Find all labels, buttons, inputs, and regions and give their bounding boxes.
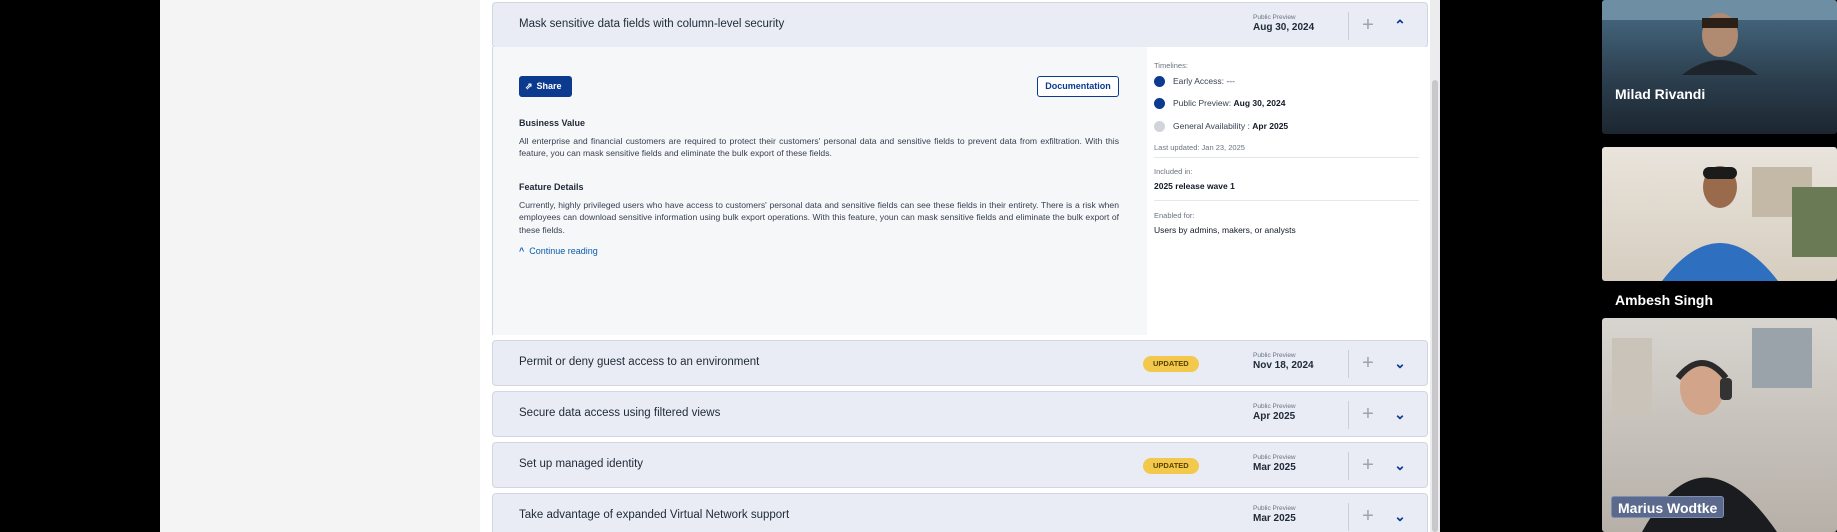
add-plus-icon[interactable]: + [1355,453,1381,479]
feature-details-panel: ⇗ Share Documentation Business Value All … [492,47,1429,335]
feature-row[interactable]: Set up managed identity UPDATED Public P… [492,442,1428,488]
release-date: Public Preview Nov 18, 2024 [1253,352,1314,371]
row-divider [1348,503,1349,531]
feature-row[interactable]: Permit or deny guest access to an enviro… [492,340,1428,386]
person-silhouette-icon [1662,166,1837,281]
timeline-dot-icon [1154,121,1165,133]
chevron-down-icon[interactable]: ⌄ [1389,352,1411,374]
row-divider [1348,401,1349,429]
add-plus-icon[interactable]: + [1355,504,1381,530]
participant-video-marius[interactable]: Marius Wodtke [1602,318,1837,532]
row-divider [1348,350,1349,378]
included-in-label: Included in: [1154,167,1193,176]
timeline-general-availability: General Availability : Apr 2025 [1154,121,1288,135]
timeline-public-preview: Public Preview: Aug 30, 2024 [1154,98,1285,112]
caret-up-icon: ^ [519,246,525,256]
feature-main-column: ⇗ Share Documentation Business Value All … [493,47,1147,335]
chevron-down-icon[interactable]: ⌄ [1389,454,1411,476]
feature-row[interactable]: Secure data access using filtered views … [492,391,1428,437]
last-updated: Last updated: Jan 23, 2025 [1154,143,1245,152]
feature-title: Secure data access using filtered views [519,407,721,419]
feature-title: Set up managed identity [519,458,644,470]
release-date: Public Preview Apr 2025 [1253,403,1296,422]
updated-badge: UPDATED [1143,458,1199,474]
add-plus-icon[interactable]: + [1355,402,1381,428]
feature-details-text: Currently, highly privileged users who h… [519,200,1119,235]
timelines-label: Timelines: [1154,61,1188,70]
vertical-scrollbar[interactable] [1430,0,1440,532]
feature-row[interactable]: Take advantage of expanded Virtual Netwo… [492,493,1428,532]
share-icon: ⇗ [525,81,533,91]
feature-side-column: Timelines: Early Access: --- Public Prev… [1147,47,1429,335]
enabled-for-label: Enabled for: [1154,211,1195,220]
row-divider [1348,12,1349,40]
participant-name: Marius Wodtke [1618,500,1718,516]
feature-title: Permit or deny guest access to an enviro… [519,356,760,368]
release-date: Public Preview Aug 30, 2024 [1253,14,1315,33]
side-divider [1154,200,1419,201]
person-silhouette-icon [1602,0,1837,75]
chevron-down-icon[interactable]: ⌄ [1389,505,1411,527]
chevron-down-icon[interactable]: ⌄ [1389,403,1411,425]
add-plus-icon[interactable]: + [1355,351,1381,377]
feature-details-heading: Feature Details [519,182,584,192]
side-divider [1154,157,1419,158]
participant-name: Milad Rivandi [1615,86,1706,102]
continue-reading-link[interactable]: ^ Continue reading [519,246,598,256]
updated-badge: UPDATED [1143,356,1199,372]
participant-video-ambesh [1602,147,1837,281]
documentation-button[interactable]: Documentation [1037,76,1119,97]
release-date: Public Preview Mar 2025 [1253,505,1296,524]
left-blank-pane [160,0,480,532]
scrollbar-thumb[interactable] [1432,80,1438,532]
feature-title: Mask sensitive data fields with column-l… [519,18,785,30]
release-date: Public Preview Mar 2025 [1253,454,1296,473]
included-in-value: 2025 release wave 1 [1154,181,1235,191]
enabled-for-value: Users by admins, makers, or analysts [1154,225,1296,235]
timeline-dot-icon [1154,98,1165,110]
row-divider [1348,452,1349,480]
feature-row-expanded[interactable]: Mask sensitive data fields with column-l… [492,2,1428,48]
business-value-heading: Business Value [519,118,586,128]
timeline-early-access: Early Access: --- [1154,76,1235,90]
participant-video-milad [1602,0,1837,134]
share-button[interactable]: ⇗ Share [519,76,572,97]
participant-name: Ambesh Singh [1615,292,1714,308]
feature-title: Take advantage of expanded Virtual Netwo… [519,509,790,521]
add-plus-icon[interactable]: + [1355,13,1381,39]
shared-screen: Mask sensitive data fields with column-l… [160,0,1440,532]
business-value-text: All enterprise and financial customers a… [519,136,1119,159]
participant-name-badge: Marius Wodtke [1611,496,1725,518]
timeline-dot-icon [1154,76,1165,88]
chevron-up-icon[interactable]: ⌃ [1389,14,1411,36]
